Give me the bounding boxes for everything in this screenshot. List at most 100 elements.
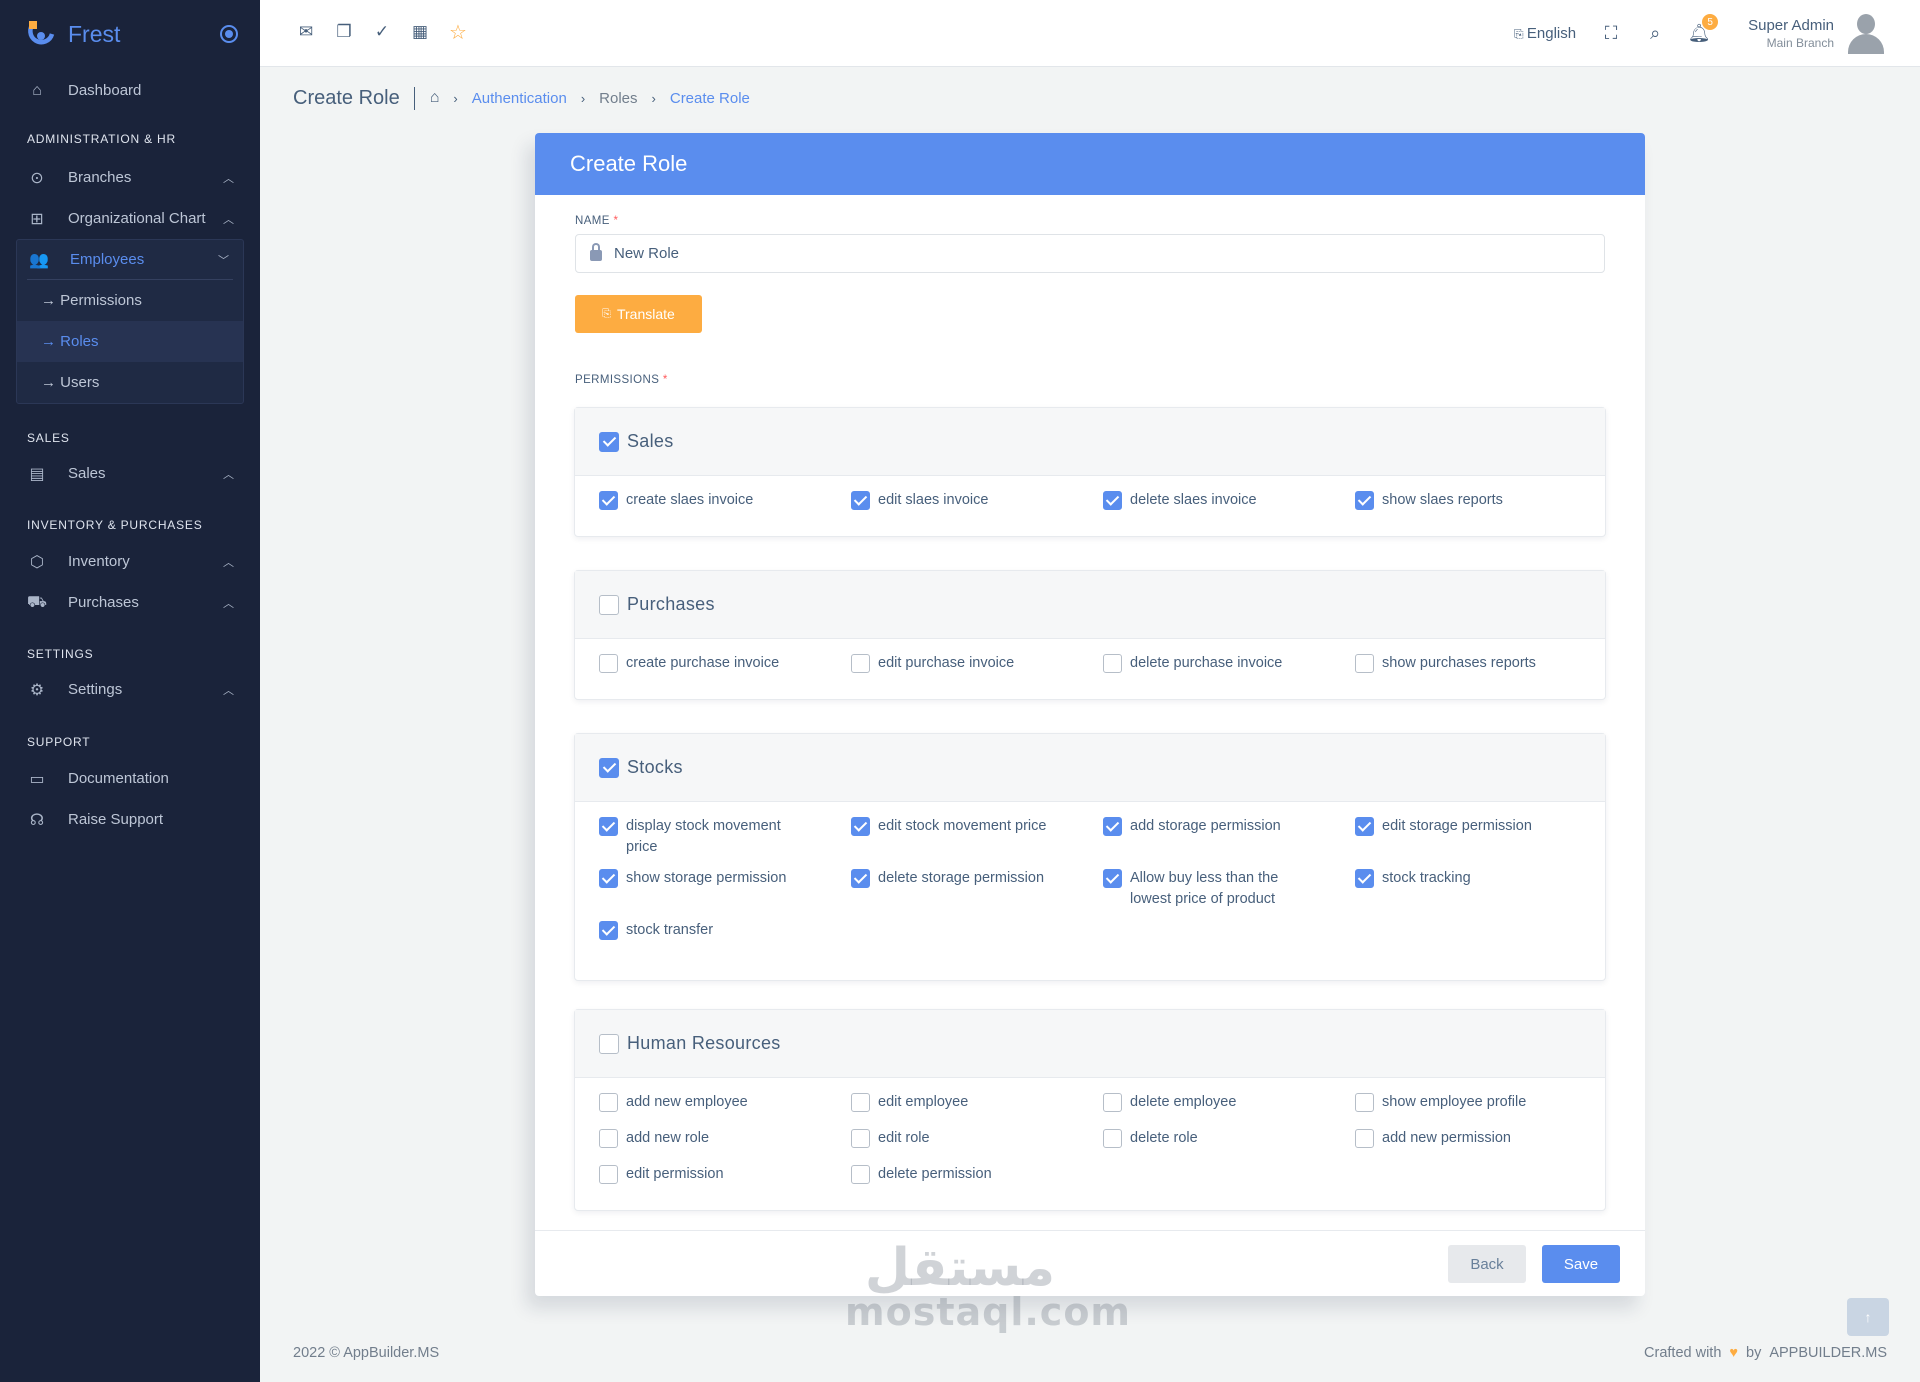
- permission-checkbox[interactable]: [851, 869, 870, 888]
- permission-label: Allow buy less than the lowest price of …: [1130, 870, 1279, 907]
- permission-item[interactable]: delete slaes invoice: [1103, 490, 1355, 516]
- group-checkbox[interactable]: [599, 594, 619, 615]
- permission-checkbox[interactable]: [1103, 654, 1122, 673]
- permission-item[interactable]: edit storage permission: [1355, 816, 1607, 858]
- permission-checkbox[interactable]: [851, 1165, 870, 1184]
- permission-checkbox[interactable]: [599, 491, 618, 510]
- permission-item[interactable]: edit role: [851, 1128, 1103, 1154]
- permission-item[interactable]: Allow buy less than the lowest price of …: [1103, 868, 1355, 910]
- fullscreen-icon[interactable]: ⛶: [1600, 22, 1622, 44]
- permission-checkbox[interactable]: [1355, 1129, 1374, 1148]
- permission-item[interactable]: display stock movement price: [599, 816, 851, 858]
- permission-item[interactable]: delete purchase invoice: [1103, 653, 1355, 679]
- permission-group-header[interactable]: Purchases: [575, 571, 1605, 639]
- permission-item[interactable]: add storage permission: [1103, 816, 1355, 858]
- back-button[interactable]: Back: [1448, 1245, 1526, 1283]
- permission-checkbox[interactable]: [851, 654, 870, 673]
- save-button[interactable]: Save: [1542, 1245, 1620, 1283]
- permission-checkbox[interactable]: [599, 654, 618, 673]
- permission-item[interactable]: show purchases reports: [1355, 653, 1607, 679]
- permission-item[interactable]: stock tracking: [1355, 868, 1607, 910]
- bell-icon[interactable]: 🔔︎ 5: [1688, 14, 1719, 44]
- sidebar-item-permissions[interactable]: → Permissions: [17, 280, 243, 321]
- permission-checkbox[interactable]: [1355, 491, 1374, 510]
- permission-checkbox[interactable]: [599, 1129, 618, 1148]
- star-icon[interactable]: ☆: [448, 22, 468, 44]
- permission-checkbox[interactable]: [1355, 1093, 1374, 1112]
- home-icon[interactable]: ⌂: [430, 89, 440, 107]
- translate-button[interactable]: ⎘ Translate: [575, 295, 702, 333]
- permission-checkbox[interactable]: [1103, 817, 1122, 836]
- breadcrumb-authentication[interactable]: Authentication: [472, 90, 567, 107]
- permission-checkbox[interactable]: [599, 1093, 618, 1112]
- sidebar-item-branches[interactable]: ⊙ Branches ︿: [0, 157, 260, 198]
- permission-checkbox[interactable]: [1103, 869, 1122, 888]
- sidebar-item-documentation[interactable]: ▭ Documentation: [0, 758, 260, 799]
- permission-item[interactable]: edit purchase invoice: [851, 653, 1103, 679]
- permission-item[interactable]: show slaes reports: [1355, 490, 1607, 516]
- permission-item[interactable]: show employee profile: [1355, 1092, 1607, 1118]
- permission-checkbox[interactable]: [851, 817, 870, 836]
- permission-checkbox[interactable]: [1355, 869, 1374, 888]
- sidebar-item-inventory[interactable]: ⬡ Inventory ︿: [0, 541, 260, 582]
- permission-item[interactable]: create purchase invoice: [599, 653, 851, 679]
- permission-item[interactable]: delete employee: [1103, 1092, 1355, 1118]
- translate-icon: ⎘: [602, 307, 611, 320]
- calendar-icon[interactable]: ▦: [410, 22, 430, 42]
- permission-item[interactable]: edit employee: [851, 1092, 1103, 1118]
- check-circle-icon[interactable]: ✓: [372, 22, 392, 42]
- language-selector[interactable]: ⎘ English: [1514, 25, 1576, 42]
- permission-item[interactable]: add new permission: [1355, 1128, 1607, 1154]
- permission-checkbox[interactable]: [1355, 654, 1374, 673]
- permission-checkbox[interactable]: [599, 1165, 618, 1184]
- sidebar-item-org-chart[interactable]: ⊞ Organizational Chart ︿: [0, 198, 260, 239]
- sidebar-item-users[interactable]: → Users: [17, 362, 243, 403]
- permission-group-header[interactable]: Human Resources: [575, 1010, 1605, 1078]
- permission-checkbox[interactable]: [851, 1093, 870, 1112]
- permission-group-header[interactable]: Sales: [575, 408, 1605, 476]
- permission-item[interactable]: edit slaes invoice: [851, 490, 1103, 516]
- search-icon[interactable]: ⌕: [1644, 22, 1666, 44]
- mail-icon[interactable]: ✉: [296, 22, 316, 42]
- group-checkbox[interactable]: [599, 1033, 619, 1054]
- permissions-label-text: Permissions: [575, 374, 660, 386]
- permission-item[interactable]: delete storage permission: [851, 868, 1103, 910]
- permission-checkbox[interactable]: [851, 491, 870, 510]
- chat-icon[interactable]: ❐: [334, 22, 354, 42]
- permission-checkbox[interactable]: [599, 817, 618, 836]
- avatar[interactable]: [1846, 12, 1886, 54]
- sidebar-item-sales[interactable]: ▤ Sales ︿: [0, 453, 260, 494]
- name-input[interactable]: New Role: [575, 234, 1605, 273]
- breadcrumb-roles[interactable]: Roles: [599, 90, 637, 107]
- permission-checkbox[interactable]: [1103, 1093, 1122, 1112]
- group-checkbox[interactable]: [599, 757, 619, 778]
- permission-item[interactable]: add new employee: [599, 1092, 851, 1118]
- permission-group-header[interactable]: Stocks: [575, 734, 1605, 802]
- permission-item[interactable]: stock transfer: [599, 920, 851, 946]
- company-link[interactable]: APPBUILDER.MS: [1769, 1345, 1887, 1361]
- group-checkbox[interactable]: [599, 431, 619, 452]
- permission-checkbox[interactable]: [851, 1129, 870, 1148]
- sidebar-item-purchases[interactable]: ⛟ Purchases ︿: [0, 582, 260, 623]
- sidebar-item-settings[interactable]: ⚙ Settings ︿: [0, 669, 260, 710]
- permission-item[interactable]: edit stock movement price: [851, 816, 1103, 858]
- permission-item[interactable]: create slaes invoice: [599, 490, 851, 516]
- permission-checkbox[interactable]: [1103, 491, 1122, 510]
- sidebar-item-roles[interactable]: → Roles: [17, 321, 243, 362]
- permission-item[interactable]: show storage permission: [599, 868, 851, 910]
- employees-submenu: 👥 Employees ﹀ → Permissions → Roles → Us…: [16, 239, 244, 404]
- permission-item[interactable]: delete permission: [851, 1164, 1103, 1190]
- sidebar-item-employees[interactable]: 👥 Employees ﹀: [27, 240, 233, 280]
- sidebar-item-raise-support[interactable]: ☊ Raise Support: [0, 799, 260, 840]
- permission-checkbox[interactable]: [599, 869, 618, 888]
- permission-checkbox[interactable]: [1103, 1129, 1122, 1148]
- permission-checkbox[interactable]: [1355, 817, 1374, 836]
- scroll-to-top-button[interactable]: ↑: [1847, 1298, 1889, 1336]
- user-menu[interactable]: Super Admin Main Branch: [1748, 17, 1834, 50]
- permission-item[interactable]: add new role: [599, 1128, 851, 1154]
- permission-item[interactable]: delete role: [1103, 1128, 1355, 1154]
- sidebar-item-dashboard[interactable]: ⌂ Dashboard: [0, 70, 260, 111]
- sidebar-toggle-icon[interactable]: [220, 25, 238, 43]
- permission-item[interactable]: edit permission: [599, 1164, 851, 1190]
- permission-checkbox[interactable]: [599, 921, 618, 940]
